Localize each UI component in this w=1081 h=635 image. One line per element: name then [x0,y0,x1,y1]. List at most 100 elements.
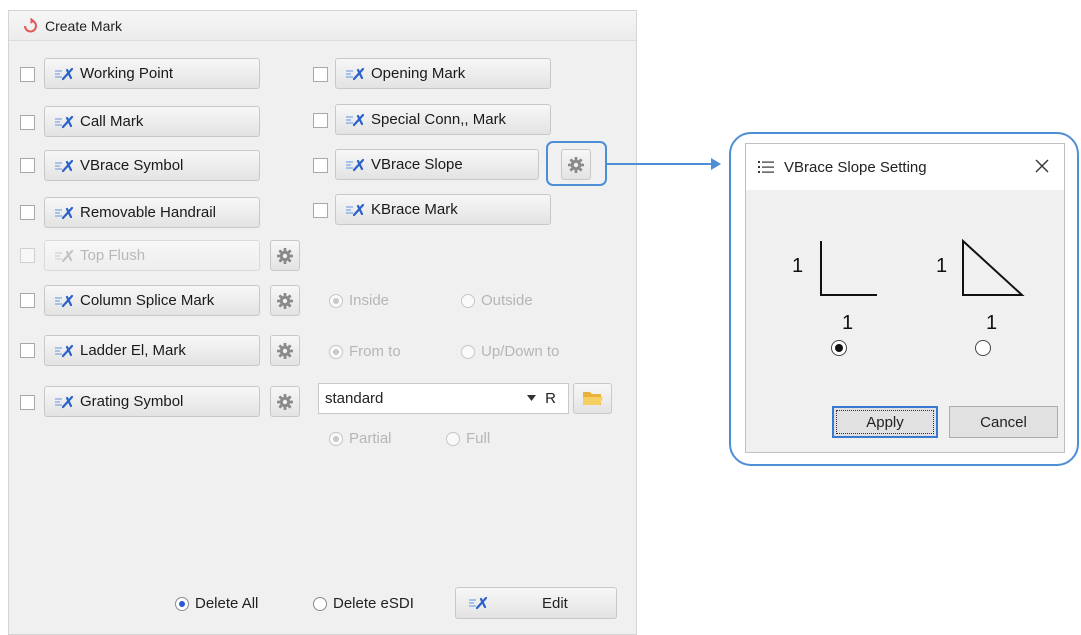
grating-select-value: standard [325,390,384,407]
column-splice-outside-radio[interactable]: Outside [461,292,533,309]
gear-icon [277,292,293,309]
vbrace-symbol-label: VBrace Symbol [80,157,184,174]
grating-symbol-checkbox[interactable] [20,395,35,410]
column-splice-mark-button[interactable]: Column Splice Mark [44,285,260,316]
radio-dot [461,344,475,359]
vbrace-symbol-checkbox[interactable] [20,158,35,173]
option-b-radio[interactable] [975,340,991,356]
column-splice-inside-radio[interactable]: Inside [329,292,389,309]
vbrace-slope-label: VBrace Slope [371,156,463,173]
dialog-title-bar: VBrace Slope Setting [746,144,1064,190]
mark-tool-icon [54,395,74,409]
vbrace-slope-button[interactable]: VBrace Slope [335,149,539,180]
mark-tool-icon [54,294,74,308]
open-folder-button[interactable] [573,383,612,414]
grating-symbol-button[interactable]: Grating Symbol [44,386,260,417]
ladder-el-settings-button[interactable] [270,335,300,366]
ladder-from-to-radio[interactable]: From to [329,343,401,360]
working-point-label: Working Point [80,65,174,82]
mark-tool-icon [54,344,74,358]
ladder-up-down-to-radio[interactable]: Up/Down to [461,343,559,360]
panel-header: Create Mark [9,11,636,41]
option-a-vertical-value: 1 [792,255,804,277]
vbrace-slope-checkbox[interactable] [313,158,328,173]
special-conn-mark-checkbox[interactable] [313,113,328,128]
column-splice-mark-checkbox[interactable] [20,293,35,308]
grating-partial-radio[interactable]: Partial [329,430,392,447]
mark-tool-icon [54,206,74,220]
folder-icon [582,392,603,405]
top-flush-settings-button[interactable] [270,240,300,271]
radio-dot [329,344,343,359]
removable-handrail-checkbox[interactable] [20,205,35,220]
delete-all-label: Delete All [195,595,259,612]
grating-settings-button[interactable] [270,386,300,417]
option-a-horizontal-value: 1 [842,312,854,334]
outside-label: Outside [481,292,533,309]
edit-button[interactable]: Edit [455,587,617,619]
mark-tool-icon [468,596,488,610]
mark-tool-icon [54,115,74,129]
delete-esdi-radio[interactable]: Delete eSDI [313,595,414,612]
delete-all-radio[interactable]: Delete All [175,595,258,612]
ladder-el-mark-button[interactable]: Ladder El, Mark [44,335,260,366]
radio-dot [461,293,475,308]
vbrace-slope-setting-dialog: VBrace Slope Setting 1 1 1 1 Apply Cance… [745,143,1065,453]
grating-symbol-label: Grating Symbol [80,393,184,410]
top-flush-button[interactable]: Top Flush [44,240,260,271]
dialog-title: VBrace Slope Setting [784,158,927,176]
mark-tool-icon [345,203,365,217]
grating-full-radio[interactable]: Full [446,430,490,447]
working-point-checkbox[interactable] [20,67,35,82]
ladder-el-mark-checkbox[interactable] [20,343,35,358]
apply-button[interactable]: Apply [832,406,938,438]
chevron-down-icon [527,395,536,401]
partial-label: Partial [349,430,392,447]
radio-dot [446,431,460,446]
top-flush-label: Top Flush [80,247,146,264]
option-a-radio[interactable] [831,340,847,356]
cancel-label: Cancel [980,413,1027,431]
column-splice-settings-button[interactable] [270,285,300,316]
triangle-slope-icon [962,239,1025,296]
kbrace-mark-checkbox[interactable] [313,203,328,218]
radio-dot [329,293,343,308]
column-splice-mark-label: Column Splice Mark [80,292,215,309]
opening-mark-label: Opening Mark [371,65,466,82]
list-icon [758,160,774,174]
grating-standard-select[interactable]: standard R [318,383,569,414]
up-down-to-label: Up/Down to [481,343,560,360]
special-conn-mark-label: Special Conn,, Mark [371,111,507,128]
mark-tool-icon [54,67,74,81]
option-b-vertical-value: 1 [936,255,948,277]
gear-icon [277,393,293,410]
inside-label: Inside [349,292,390,309]
radio-dot [175,596,189,611]
callout-arrow-icon [711,158,721,170]
vbrace-symbol-button[interactable]: VBrace Symbol [44,150,260,181]
focus-ring [836,410,934,434]
special-conn-mark-button[interactable]: Special Conn,, Mark [335,104,551,135]
delete-esdi-label: Delete eSDI [333,595,414,612]
right-angle-slope-icon [820,241,877,296]
full-label: Full [466,430,491,447]
from-to-label: From to [349,343,401,360]
radio-dot [313,596,327,611]
opening-mark-checkbox[interactable] [313,67,328,82]
top-flush-checkbox[interactable] [20,248,35,263]
mark-tool-icon [54,159,74,173]
kbrace-mark-label: KBrace Mark [371,201,458,218]
cancel-button[interactable]: Cancel [949,406,1058,438]
close-icon [1035,159,1049,173]
call-mark-button[interactable]: Call Mark [44,106,260,137]
gear-highlight-outline [546,141,607,186]
call-mark-checkbox[interactable] [20,115,35,130]
removable-handrail-label: Removable Handrail [80,204,216,221]
mark-tool-icon [345,67,365,81]
opening-mark-button[interactable]: Opening Mark [335,58,551,89]
kbrace-mark-button[interactable]: KBrace Mark [335,194,551,225]
working-point-button[interactable]: Working Point [44,58,260,89]
option-b-horizontal-value: 1 [986,312,998,334]
removable-handrail-button[interactable]: Removable Handrail [44,197,260,228]
close-button[interactable] [1030,154,1054,178]
